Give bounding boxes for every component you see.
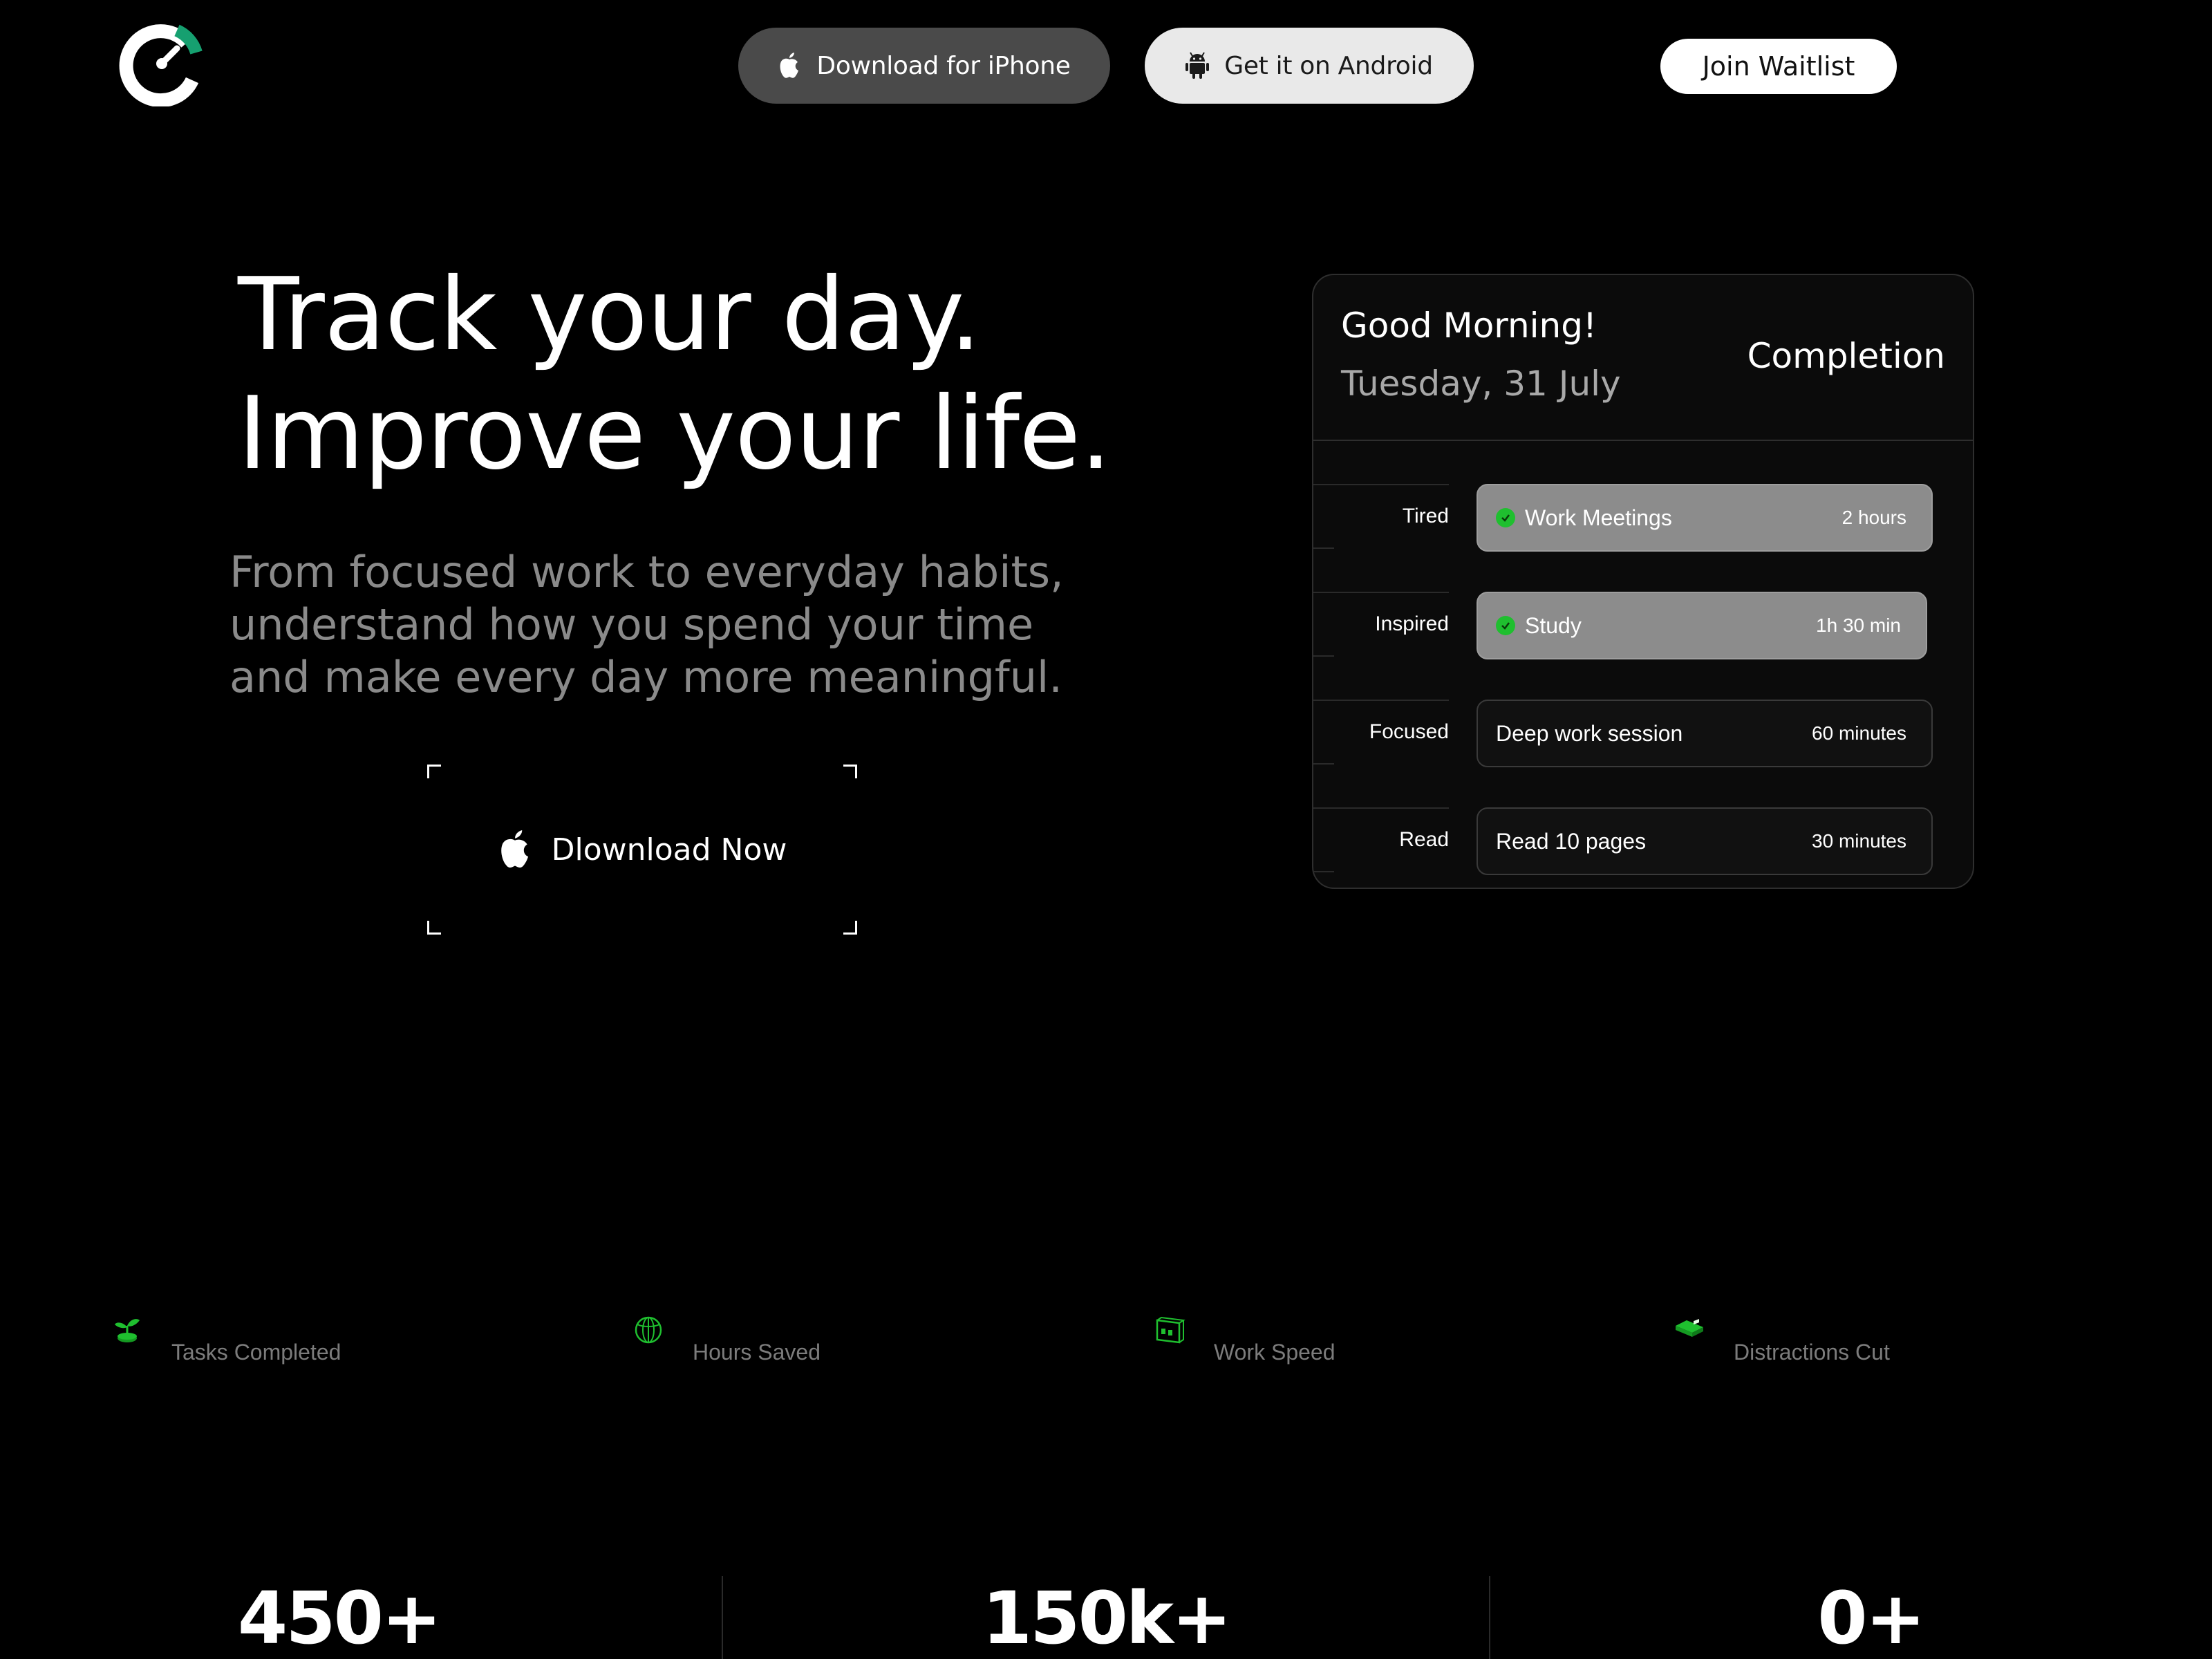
logo-icon[interactable]	[119, 21, 205, 106]
divider	[1313, 484, 1449, 485]
stat-label: Distractions Cut	[1734, 1340, 1890, 1365]
activity-row: Tired Work Meetings 2 hours	[1313, 484, 1973, 553]
hero-subtitle: From focused work to everyday habits, un…	[229, 546, 1128, 704]
get-android-button[interactable]: Get it on Android	[1145, 28, 1474, 104]
frame-corner	[427, 765, 441, 778]
divider	[1313, 871, 1334, 872]
mood-label: Inspired	[1375, 612, 1449, 635]
divider	[1313, 592, 1449, 593]
check-icon	[1496, 508, 1515, 527]
mood-label: Tired	[1402, 505, 1449, 527]
mood-label: Focused	[1369, 720, 1449, 743]
divider	[1313, 547, 1334, 549]
stat-label: Hours Saved	[693, 1340, 821, 1365]
apple-icon	[500, 830, 528, 868]
globe-icon	[635, 1316, 662, 1344]
hero-title-line: Track your day.	[238, 256, 982, 373]
task-pill[interactable]: Work Meetings 2 hours	[1477, 484, 1933, 552]
task-name: Read 10 pages	[1496, 828, 1647, 854]
stat-number: 150k+	[982, 1576, 1232, 1659]
get-android-label: Get it on Android	[1224, 51, 1433, 80]
download-iphone-label: Download for iPhone	[816, 51, 1071, 80]
task-duration: 60 minutes	[1812, 722, 1906, 744]
divider	[1313, 807, 1449, 809]
divider	[1313, 700, 1449, 701]
completion-label: Completion	[1747, 336, 1945, 376]
task-name: Study	[1525, 612, 1582, 638]
task-duration: 2 hours	[1841, 507, 1906, 528]
download-now-label: Dlownload Now	[551, 832, 787, 868]
task-pill[interactable]: Deep work session 60 minutes	[1477, 700, 1933, 767]
task-pill[interactable]: Study 1h 30 min	[1477, 592, 1927, 659]
date-text: Tuesday, 31 July	[1341, 364, 1621, 404]
download-now-button[interactable]: Dlownload Now	[427, 765, 857, 935]
sprout-icon	[115, 1319, 140, 1342]
hero-subtitle-line: understand how you spend your time	[229, 599, 1034, 650]
daily-tracker-card: Good Morning! Tuesday, 31 July Completio…	[1312, 274, 1974, 889]
apple-icon	[780, 53, 799, 78]
frame-corner	[427, 921, 441, 935]
mood-label: Read	[1399, 828, 1449, 851]
speed-window-icon	[1156, 1316, 1185, 1344]
hero-subtitle-line: From focused work to everyday habits,	[229, 547, 1064, 597]
stat-number: 0+	[1817, 1576, 1926, 1659]
task-name: Deep work session	[1496, 720, 1683, 746]
frame-corner	[843, 765, 857, 778]
android-icon	[1185, 52, 1210, 79]
stat-divider	[1489, 1576, 1490, 1659]
join-waitlist-button[interactable]: Join Waitlist	[1660, 39, 1897, 94]
greeting-text: Good Morning!	[1341, 306, 1597, 346]
stat-label: Tasks Completed	[171, 1340, 341, 1365]
task-name: Work Meetings	[1525, 505, 1672, 530]
activity-row: Inspired Study 1h 30 min	[1313, 592, 1973, 661]
divider	[1313, 655, 1334, 657]
hero-title: Track your day. Improve your life.	[238, 256, 1136, 494]
hero-subtitle-line: and make every day more meaningful.	[229, 652, 1062, 702]
task-duration: 1h 30 min	[1816, 615, 1901, 636]
frame-corner	[843, 921, 857, 935]
stat-number: 450+	[237, 1576, 442, 1659]
stat-label: Work Speed	[1214, 1340, 1335, 1365]
activity-row: Read Read 10 pages 30 minutes	[1313, 807, 1973, 877]
hero-title-line: Improve your life.	[238, 375, 1112, 492]
task-duration: 30 minutes	[1812, 830, 1906, 852]
task-pill[interactable]: Read 10 pages 30 minutes	[1477, 807, 1933, 875]
card-header: Good Morning! Tuesday, 31 July Completio…	[1313, 275, 1973, 441]
check-icon	[1496, 616, 1515, 635]
activity-row: Focused Deep work session 60 minutes	[1313, 700, 1973, 769]
stat-divider	[722, 1576, 723, 1659]
landing-page: Download for iPhone Get it on Android Jo…	[0, 0, 2212, 1659]
download-iphone-button[interactable]: Download for iPhone	[738, 28, 1110, 104]
eraser-block-icon	[1676, 1319, 1703, 1337]
divider	[1313, 763, 1334, 765]
